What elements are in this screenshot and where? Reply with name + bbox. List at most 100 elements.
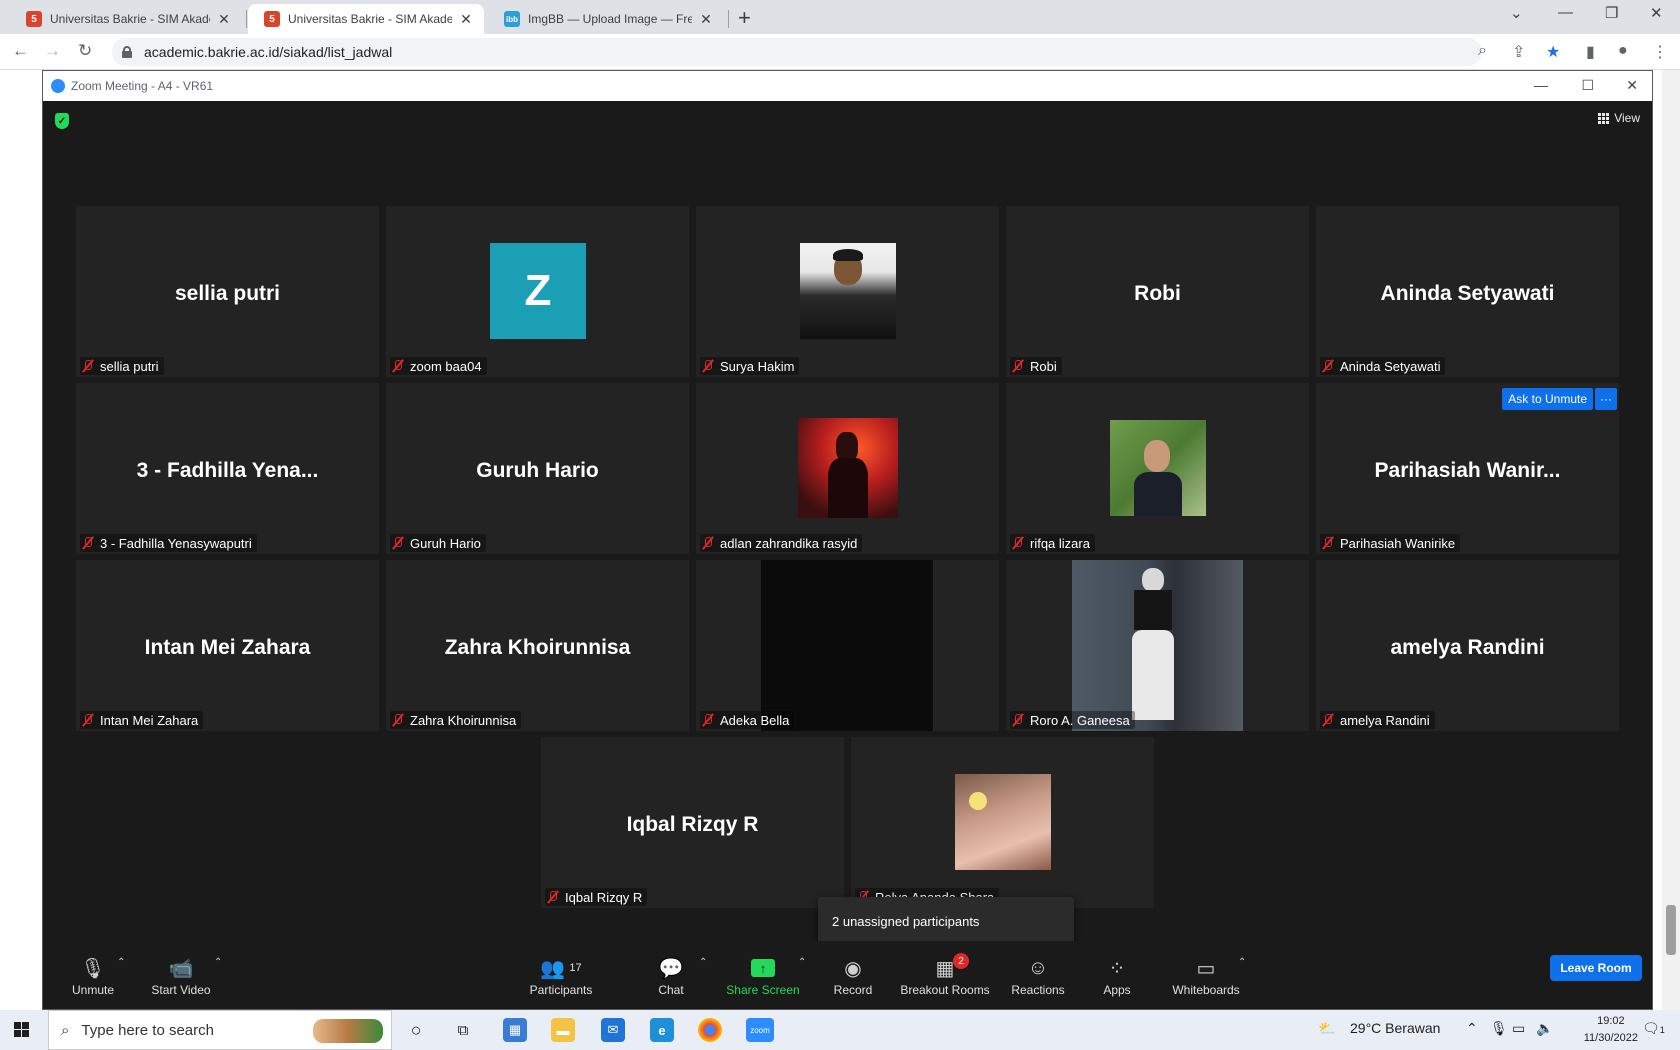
- participant-tile[interactable]: sellia putri sellia putri: [76, 206, 379, 377]
- participant-tile[interactable]: Z zoom baa04: [386, 206, 689, 377]
- taskbar-search-box[interactable]: ⌕ Type here to search: [48, 1010, 392, 1050]
- address-bar[interactable]: academic.bakrie.ac.id/siakad/list_jadwal: [112, 38, 1482, 66]
- chat-options-caret-icon[interactable]: ⌃: [699, 957, 707, 968]
- kebab-menu-icon[interactable]: ⋮: [1652, 42, 1668, 62]
- side-panel-icon[interactable]: ▮: [1586, 42, 1595, 62]
- muted-mic-icon: [1012, 359, 1024, 373]
- show-hidden-icons-icon[interactable]: ⌃: [1466, 1020, 1478, 1037]
- weather-cloud-icon[interactable]: ⛅: [1318, 1020, 1335, 1037]
- forward-arrow-icon[interactable]: →: [44, 41, 61, 61]
- encryption-shield-icon[interactable]: ✓: [55, 113, 69, 129]
- close-icon[interactable]: ✕: [458, 11, 474, 28]
- unmute-button[interactable]: 🎙 Unmute: [43, 955, 143, 998]
- tab-sim-akademik-2[interactable]: 5 Universitas Bakrie - SIM Akademik ✕: [248, 4, 484, 34]
- muted-mic-icon: [1322, 713, 1334, 727]
- task-view-icon[interactable]: ⧉: [451, 1018, 475, 1042]
- microphone-icon[interactable]: 🎙: [1490, 1020, 1508, 1037]
- participant-tile[interactable]: Relya Ananda Shara: [851, 737, 1154, 908]
- muted-mic-icon: [392, 359, 404, 373]
- participant-tile[interactable]: Surya Hakim: [696, 206, 999, 377]
- share-icon[interactable]: ⇪: [1512, 42, 1525, 62]
- participant-tile[interactable]: Guruh Hario Guruh Hario: [386, 383, 689, 554]
- reload-icon[interactable]: ↻: [78, 41, 92, 61]
- share-screen-icon: ↑: [751, 959, 775, 977]
- participant-tile[interactable]: Intan Mei Zahara Intan Mei Zahara: [76, 560, 379, 731]
- system-clock[interactable]: 19:02 11/30/2022: [1584, 1013, 1638, 1047]
- chrome-icon[interactable]: [698, 1018, 722, 1042]
- close-icon[interactable]: ✕: [216, 11, 232, 28]
- page-scrollbar[interactable]: [1662, 70, 1680, 1010]
- network-icon[interactable]: ▭: [1512, 1020, 1525, 1037]
- tab-sim-akademik-1[interactable]: 5 Universitas Bakrie - SIM Akademik ✕: [10, 4, 242, 34]
- video-feed: [1072, 560, 1243, 731]
- view-button[interactable]: View: [1598, 111, 1640, 125]
- maximize-icon[interactable]: ☐: [1581, 77, 1594, 94]
- notification-center-icon[interactable]: 🗨1: [1642, 1020, 1665, 1037]
- close-window-icon[interactable]: ✕: [1650, 4, 1663, 22]
- participant-tile[interactable]: rifqa lizara: [1006, 383, 1309, 554]
- zoom-meeting-window: Zoom Meeting - A4 - VR61 — ☐ ✕ ✓ View se…: [42, 70, 1653, 1010]
- volume-icon[interactable]: 🔈: [1536, 1020, 1553, 1037]
- windows-start-icon[interactable]: [14, 1022, 29, 1037]
- scrollbar-thumb[interactable]: [1666, 905, 1676, 955]
- participant-tile[interactable]: 3 - Fadhilla Yena... 3 - Fadhilla Yenasy…: [76, 383, 379, 554]
- participant-tile[interactable]: Iqbal Rizqy R Iqbal Rizqy R: [541, 737, 844, 908]
- participant-display-name: Iqbal Rizqy R: [626, 813, 759, 836]
- weather-text[interactable]: 29°C Berawan: [1350, 1020, 1440, 1036]
- video-options-caret-icon[interactable]: ⌃: [214, 957, 222, 968]
- restore-icon[interactable]: ❐: [1605, 4, 1618, 22]
- tab-title: Universitas Bakrie - SIM Akademik: [288, 12, 452, 26]
- participant-name: Robi: [1030, 358, 1057, 374]
- internet-explorer-icon[interactable]: e: [650, 1018, 674, 1042]
- ask-to-unmute-button[interactable]: Ask to Unmute: [1502, 388, 1593, 410]
- page-zoom-icon[interactable]: ⌕: [1478, 42, 1487, 60]
- participant-tile[interactable]: Zahra Khoirunnisa Zahra Khoirunnisa: [386, 560, 689, 731]
- participant-name: zoom baa04: [410, 358, 482, 374]
- participant-name-label: Robi: [1010, 357, 1062, 375]
- participant-display-name: Intan Mei Zahara: [144, 636, 311, 659]
- mail-icon[interactable]: ✉: [601, 1018, 625, 1042]
- participant-tile[interactable]: Aninda Setyawati Aninda Setyawati: [1316, 206, 1619, 377]
- participant-name-label: zoom baa04: [390, 357, 487, 375]
- participant-tile[interactable]: amelya Randini amelya Randini: [1316, 560, 1619, 731]
- start-video-label: Start Video: [151, 983, 211, 997]
- file-explorer-icon[interactable]: ▬: [551, 1018, 575, 1042]
- record-label: Record: [833, 983, 873, 997]
- more-options-button[interactable]: ···: [1595, 388, 1617, 410]
- html5-shield-icon: 5: [264, 11, 280, 27]
- apps-button[interactable]: ⁘ Apps: [1067, 955, 1167, 998]
- html5-shield-icon: 5: [26, 11, 42, 27]
- participant-name: Roro A. Ganeesa: [1030, 712, 1130, 728]
- whiteboard-options-caret-icon[interactable]: ⌃: [1238, 957, 1246, 968]
- breakout-rooms-button[interactable]: ▦ 2 Breakout Rooms: [895, 953, 995, 997]
- zoom-app-icon[interactable]: zoom: [746, 1018, 774, 1042]
- close-icon[interactable]: ✕: [1626, 77, 1638, 94]
- cortana-circle-icon[interactable]: ○: [404, 1018, 428, 1042]
- back-arrow-icon[interactable]: ←: [12, 41, 29, 61]
- participant-tile[interactable]: Roro A. Ganeesa: [1006, 560, 1309, 731]
- record-button[interactable]: ◉ Record: [803, 955, 903, 998]
- minimize-icon[interactable]: —: [1558, 4, 1573, 21]
- tab-search-chevron-icon[interactable]: ⌄: [1510, 4, 1523, 22]
- participants-button[interactable]: 👥 17 Participants: [511, 955, 611, 998]
- tab-separator: [728, 10, 729, 28]
- zoom-meeting-controls: 🎙 Unmute ⌃ 📹 Start Video ⌃ 👥 17 Participa…: [43, 941, 1652, 1009]
- microsoft-store-icon[interactable]: ▦: [503, 1018, 527, 1042]
- participant-tile[interactable]: Ask to Unmute ··· Parihasiah Wanir... Pa…: [1316, 383, 1619, 554]
- participant-name: amelya Randini: [1340, 712, 1430, 728]
- participant-tile[interactable]: Adeka Bella: [696, 560, 999, 731]
- participant-tile[interactable]: adlan zahrandika rasyid: [696, 383, 999, 554]
- new-tab-plus-icon[interactable]: +: [738, 5, 751, 31]
- leave-room-button[interactable]: Leave Room: [1550, 955, 1642, 981]
- muted-mic-icon: [82, 359, 94, 373]
- tab-imgbb[interactable]: ibb ImgBB — Upload Image — Free Image Ho…: [488, 4, 724, 34]
- bookmark-star-icon[interactable]: ★: [1546, 42, 1560, 62]
- audio-options-caret-icon[interactable]: ⌃: [117, 957, 125, 968]
- participant-display-name: Robi: [1134, 282, 1181, 305]
- profile-avatar-icon[interactable]: ●: [1618, 42, 1628, 60]
- apps-icon: ⁘: [1108, 957, 1126, 980]
- notification-count: 1: [1659, 1025, 1665, 1035]
- close-icon[interactable]: ✕: [698, 11, 714, 28]
- minimize-icon[interactable]: —: [1534, 77, 1548, 93]
- participant-tile[interactable]: Robi Robi: [1006, 206, 1309, 377]
